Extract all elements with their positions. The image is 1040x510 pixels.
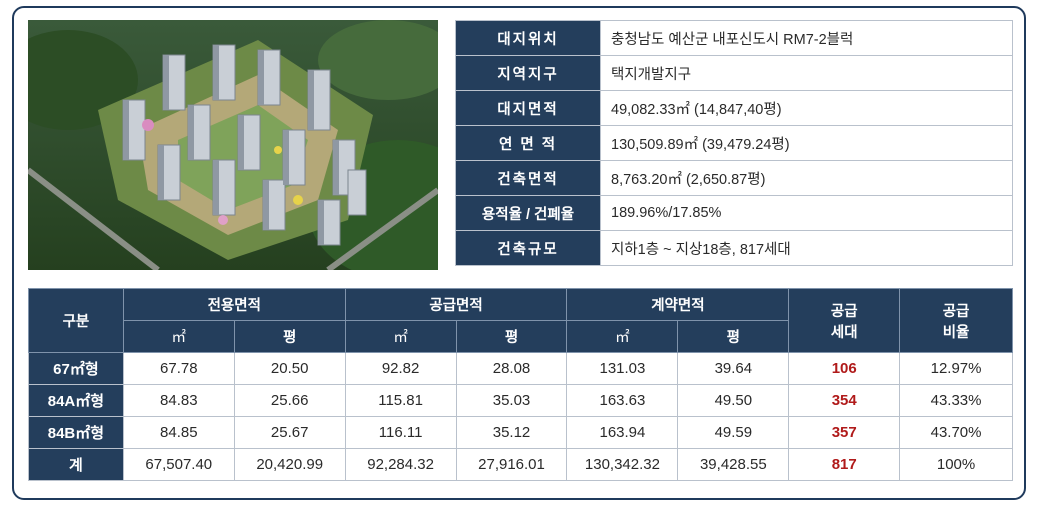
cell-ratio: 12.97% (899, 352, 1013, 385)
row-type-total: 계 (28, 448, 124, 481)
row-type: 67㎡형 (28, 352, 124, 385)
site-label: 연 면 적 (455, 125, 601, 161)
aerial-rendering-image (28, 20, 438, 270)
cell-contract-sqm: 163.94 (566, 416, 679, 449)
site-row-location: 대지위치 충청남도 예산군 내포신도시 RM7-2블럭 (455, 20, 1013, 56)
unit-pyeong: 평 (677, 320, 790, 353)
cell-supply-pyeong: 28.08 (455, 352, 568, 385)
cell-households: 354 (788, 384, 901, 417)
site-label: 대지면적 (455, 90, 601, 126)
unit-sqm: ㎡ (122, 320, 235, 353)
site-label: 용적율 / 건폐율 (455, 195, 601, 231)
cell-supply-pyeong: 35.12 (455, 416, 568, 449)
cell-ratio: 100% (899, 448, 1013, 481)
cell-supply-sqm: 115.81 (344, 384, 457, 417)
cell-exclusive-sqm: 84.83 (122, 384, 235, 417)
unit-sqm: ㎡ (566, 320, 679, 353)
site-label: 대지위치 (455, 20, 601, 56)
site-value: 8,763.20㎡ (2,650.87평) (600, 160, 1013, 196)
cell-exclusive-pyeong: 20.50 (233, 352, 346, 385)
unit-sqm: ㎡ (344, 320, 457, 353)
cell-exclusive-sqm: 84.85 (122, 416, 235, 449)
site-row-floor-area: 연 면 적 130,509.89㎡ (39,479.24평) (455, 125, 1013, 161)
cell-exclusive-pyeong: 25.66 (233, 384, 346, 417)
cell-households: 357 (788, 416, 901, 449)
unit-pyeong: 평 (233, 320, 346, 353)
site-value: 지하1층 ~ 지상18층, 817세대 (600, 230, 1013, 266)
site-label: 건축면적 (455, 160, 601, 196)
site-row-land-area: 대지면적 49,082.33㎡ (14,847,40평) (455, 90, 1013, 126)
site-row-scale: 건축규모 지하1층 ~ 지상18층, 817세대 (455, 230, 1013, 266)
site-row-ratio: 용적율 / 건폐율 189.96%/17.85% (455, 195, 1013, 231)
cell-ratio: 43.33% (899, 384, 1013, 417)
supply-row-67: 67㎡형 67.78 20.50 92.82 28.08 131.03 39.6… (28, 352, 1013, 385)
site-value: 130,509.89㎡ (39,479.24평) (600, 125, 1013, 161)
site-row-building-area: 건축면적 8,763.20㎡ (2,650.87평) (455, 160, 1013, 196)
cell-exclusive-pyeong: 25.67 (233, 416, 346, 449)
aerial-complex-rendering (28, 20, 438, 270)
site-label: 지역지구 (455, 55, 601, 91)
cell-supply-sqm: 116.11 (344, 416, 457, 449)
cell-contract-pyeong: 49.50 (677, 384, 790, 417)
cell-exclusive-pyeong: 20,420.99 (233, 448, 346, 481)
row-type: 84B㎡형 (28, 416, 124, 449)
cell-supply-pyeong: 27,916.01 (455, 448, 568, 481)
cell-households: 106 (788, 352, 901, 385)
supply-row-84b: 84B㎡형 84.85 25.67 116.11 35.12 163.94 49… (28, 416, 1013, 449)
header-supply-area: 공급면적 (344, 288, 568, 321)
cell-ratio: 43.70% (899, 416, 1013, 449)
cell-supply-sqm: 92.82 (344, 352, 457, 385)
site-row-zone: 지역지구 택지개발지구 (455, 55, 1013, 91)
supply-row-84a: 84A㎡형 84.83 25.66 115.81 35.03 163.63 49… (28, 384, 1013, 417)
site-value: 택지개발지구 (600, 55, 1013, 91)
header-contract-area: 계약면적 (566, 288, 790, 321)
cell-contract-sqm: 163.63 (566, 384, 679, 417)
supply-table: 구분 전용면적 공급면적 계약면적 공급 세대 공급 비율 ㎡ 평 ㎡ 평 ㎡ … (28, 288, 1013, 481)
unit-pyeong: 평 (455, 320, 568, 353)
header-ratio: 공급 비율 (899, 288, 1013, 353)
cell-exclusive-sqm: 67,507.40 (122, 448, 235, 481)
header-households: 공급 세대 (788, 288, 901, 353)
cell-contract-pyeong: 39,428.55 (677, 448, 790, 481)
cell-contract-sqm: 131.03 (566, 352, 679, 385)
supply-header-row-1: 구분 전용면적 공급면적 계약면적 공급 세대 공급 비율 (28, 288, 1013, 353)
cell-households: 817 (788, 448, 901, 481)
row-type: 84A㎡형 (28, 384, 124, 417)
site-label: 건축규모 (455, 230, 601, 266)
site-value: 충청남도 예산군 내포신도시 RM7-2블럭 (600, 20, 1013, 56)
cell-contract-pyeong: 49.59 (677, 416, 790, 449)
header-exclusive-area: 전용면적 (122, 288, 346, 321)
cell-supply-pyeong: 35.03 (455, 384, 568, 417)
cell-supply-sqm: 92,284.32 (344, 448, 457, 481)
site-info-table: 대지위치 충청남도 예산군 내포신도시 RM7-2블럭 지역지구 택지개발지구 … (455, 20, 1013, 266)
cell-contract-pyeong: 39.64 (677, 352, 790, 385)
header-category: 구분 (28, 288, 124, 353)
site-value: 189.96%/17.85% (600, 195, 1013, 231)
cell-contract-sqm: 130,342.32 (566, 448, 679, 481)
cell-exclusive-sqm: 67.78 (122, 352, 235, 385)
site-value: 49,082.33㎡ (14,847,40평) (600, 90, 1013, 126)
supply-row-total: 계 67,507.40 20,420.99 92,284.32 27,916.0… (28, 448, 1013, 481)
